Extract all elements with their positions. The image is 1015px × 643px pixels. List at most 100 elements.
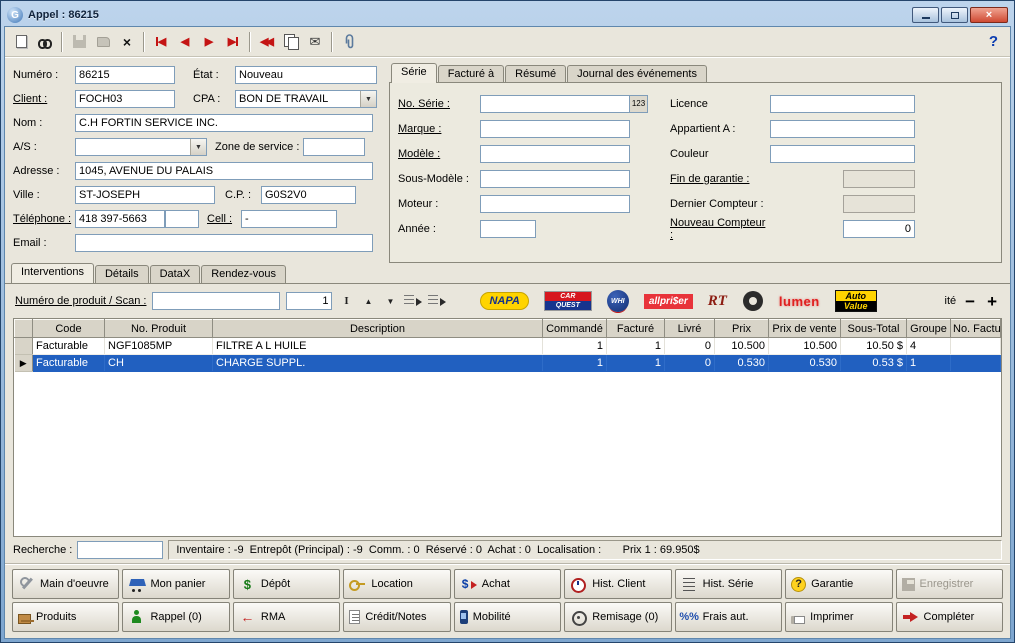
scan-label[interactable]: Numéro de produit / Scan : (15, 295, 146, 307)
col-sous-total[interactable]: Sous-Total (840, 319, 907, 338)
next-record-button[interactable]: ▶ (197, 30, 221, 54)
export-button[interactable] (91, 30, 115, 54)
main-doeuvre-button[interactable]: Main d'oeuvre (12, 569, 120, 599)
move-down-icon[interactable]: ▼ (382, 293, 398, 309)
tab-rendez-vous[interactable]: Rendez-vous (201, 265, 287, 283)
quantity-field[interactable] (286, 292, 333, 310)
search-input[interactable] (77, 541, 164, 559)
modele-label[interactable]: Modèle : (398, 148, 480, 160)
search-button[interactable] (33, 30, 57, 54)
ville-field[interactable] (75, 186, 215, 204)
col-prix-vente[interactable]: Prix de vente (768, 319, 841, 338)
increase-button[interactable]: + (984, 293, 1000, 310)
table-row[interactable]: Facturable NGF1085MP FILTRE A L HUILE 1 … (14, 337, 1001, 355)
chevron-down-icon[interactable]: ▼ (190, 139, 206, 155)
delete-button[interactable]: × (115, 30, 139, 54)
col-prix[interactable]: Prix (714, 319, 769, 338)
marque-label[interactable]: Marque : (398, 123, 480, 135)
hist-client-button[interactable]: Hist. Client (564, 569, 672, 599)
achat-button[interactable]: Achat (453, 569, 562, 599)
previous-record-button[interactable]: ◀ (173, 30, 197, 54)
transfer-row-icon[interactable] (428, 294, 447, 308)
titlebar[interactable]: G Appel : 86215 × (4, 4, 1011, 26)
attachment-button[interactable] (337, 30, 361, 54)
cell-field[interactable] (241, 210, 337, 228)
appartient-field[interactable] (770, 119, 915, 138)
rappel-button[interactable]: Rappel (0) (122, 602, 230, 632)
col-groupe[interactable]: Groupe (906, 319, 951, 338)
napa-logo[interactable]: NAPA (480, 292, 529, 310)
client-label[interactable]: Client : (13, 93, 75, 105)
marque-field[interactable] (480, 119, 630, 138)
nouveau-compteur-label[interactable]: Nouveau Compteur : (670, 217, 770, 241)
new-button[interactable] (9, 30, 33, 54)
col-facture[interactable]: Facturé (606, 319, 665, 338)
moteur-field[interactable] (480, 194, 630, 213)
tab-resume[interactable]: Résumé (505, 65, 567, 83)
cp-field[interactable] (261, 186, 356, 204)
as-dropdown[interactable]: ▼ (75, 138, 207, 156)
tab-interventions[interactable]: Interventions (11, 263, 94, 283)
autovalue-logo[interactable]: Auto Value (834, 290, 877, 312)
move-up-icon[interactable]: ▲ (360, 293, 376, 309)
last-record-button[interactable]: ▶ (221, 30, 245, 54)
fin-garantie-label[interactable]: Fin de garantie : (670, 173, 770, 185)
client-field[interactable] (75, 90, 175, 108)
close-button[interactable]: × (970, 7, 1008, 23)
previous-call-button[interactable]: ◀◀ (255, 30, 279, 54)
mon-panier-button[interactable]: Mon panier (122, 569, 230, 599)
col-no-produit[interactable]: No. Produit (104, 319, 213, 338)
telephone-label[interactable]: Téléphone : (13, 213, 75, 225)
maximize-button[interactable] (941, 7, 968, 23)
couleur-field[interactable] (770, 144, 915, 163)
credit-notes-button[interactable]: Crédit/Notes (343, 602, 451, 632)
depot-button[interactable]: Dépôt (232, 569, 341, 599)
email-button[interactable]: ✉ (303, 30, 327, 54)
help-button[interactable]: ? (989, 33, 998, 50)
remisage-button[interactable]: Remisage (0) (564, 602, 672, 632)
tab-datax[interactable]: DataX (149, 265, 201, 283)
nom-field[interactable] (75, 114, 373, 132)
col-commande[interactable]: Commandé (542, 319, 607, 338)
frais-aut-button[interactable]: %% Frais aut. (674, 602, 783, 632)
cell-label[interactable]: Cell : (207, 213, 241, 225)
sous-modele-field[interactable] (480, 169, 630, 188)
location-button[interactable]: Location (343, 569, 451, 599)
modele-field[interactable] (480, 144, 630, 163)
imprimer-button[interactable]: Imprimer (785, 602, 893, 632)
allpriser-logo[interactable]: allpri$er (643, 293, 693, 309)
telephone-field[interactable] (75, 210, 165, 228)
tab-journal[interactable]: Journal des événements (567, 65, 707, 83)
tab-details[interactable]: Détails (94, 265, 149, 283)
col-no-facture[interactable]: No. Facture (950, 319, 1001, 338)
cpa-dropdown[interactable]: BON DE TRAVAIL ▼ (235, 90, 377, 108)
copy-button[interactable] (279, 30, 303, 54)
zone-field[interactable] (303, 138, 365, 156)
minimize-button[interactable] (912, 7, 939, 23)
completer-button[interactable]: Compléter (895, 602, 1003, 632)
col-selector[interactable] (14, 319, 33, 338)
col-livre[interactable]: Livré (664, 319, 715, 338)
decrease-button[interactable]: − (962, 293, 978, 310)
numero-field[interactable] (75, 66, 175, 84)
no-serie-field[interactable] (480, 94, 630, 113)
serial-lookup-button[interactable]: 123 (630, 94, 648, 113)
col-code[interactable]: Code (32, 319, 105, 338)
produits-button[interactable]: Produits (12, 602, 120, 632)
adresse-field[interactable] (75, 162, 373, 180)
whi-logo[interactable]: WHI (606, 290, 629, 312)
product-scan-input[interactable] (152, 292, 281, 310)
mobilite-button[interactable]: Mobilité (453, 602, 562, 632)
nouveau-compteur-field[interactable] (843, 219, 915, 238)
gear-logo[interactable] (742, 290, 764, 312)
rma-button[interactable]: RMA (232, 602, 341, 632)
email-field[interactable] (75, 234, 373, 252)
insert-row-icon[interactable] (404, 294, 423, 308)
table-row-selected[interactable]: ▶ Facturable CH CHARGE SUPPL. 1 1 0 0.53… (14, 354, 1001, 372)
annee-field[interactable] (480, 219, 536, 238)
tab-serie[interactable]: Série (391, 63, 437, 83)
etat-field[interactable] (235, 66, 377, 84)
chevron-down-icon[interactable]: ▼ (360, 91, 376, 107)
rt-logo[interactable]: RT (708, 293, 727, 310)
telephone-ext-field[interactable] (165, 210, 199, 228)
